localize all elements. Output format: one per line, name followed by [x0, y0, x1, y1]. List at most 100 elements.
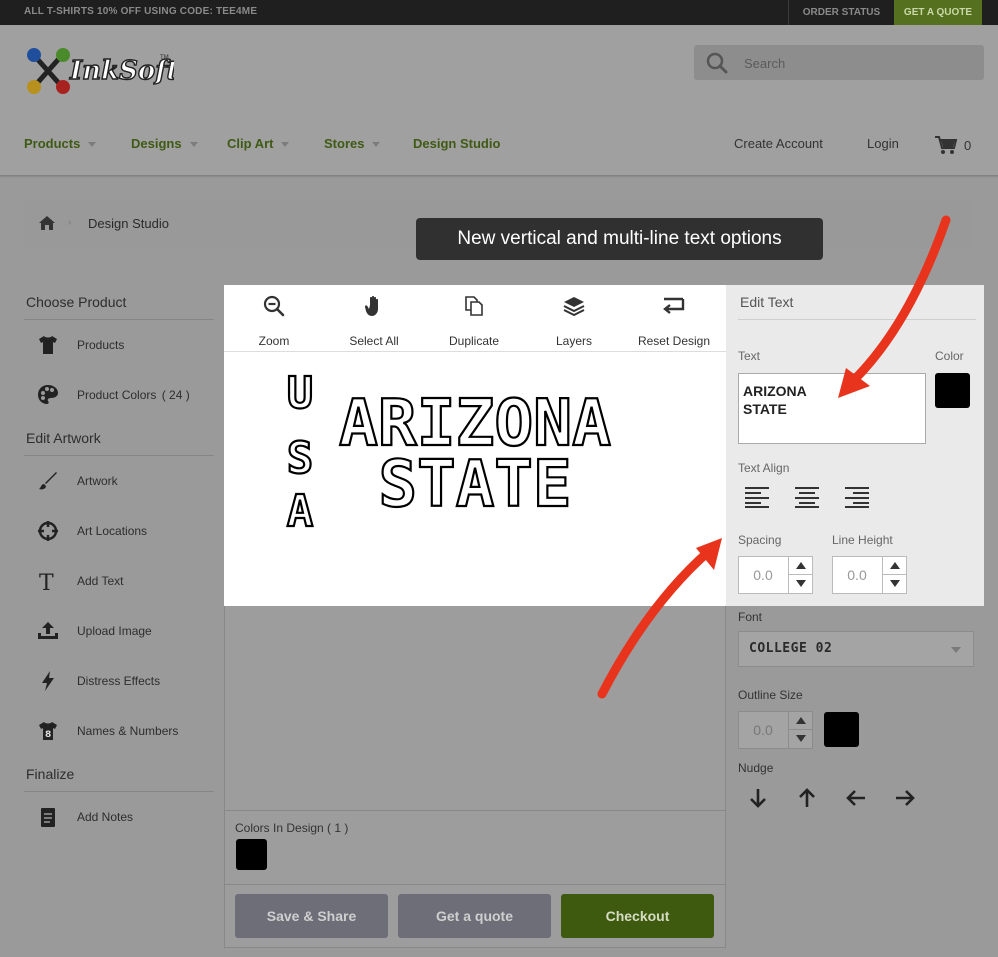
- align-center-icon[interactable]: [794, 486, 820, 513]
- order-status-link[interactable]: ORDER STATUS: [788, 0, 894, 25]
- outline-color-picker[interactable]: [824, 712, 859, 747]
- brush-icon: [36, 469, 60, 493]
- vertical-letter: A: [287, 486, 314, 537]
- get-quote-button[interactable]: Get a quote: [398, 894, 551, 938]
- sidebar-item-artwork[interactable]: Artwork: [24, 461, 214, 501]
- save-share-button[interactable]: Save & Share: [235, 894, 388, 938]
- colors-in-design-label: Colors In Design ( 1 ): [235, 821, 349, 835]
- chevron-down-icon: [281, 142, 290, 148]
- duplicate-icon: [463, 295, 485, 322]
- align-right-icon[interactable]: [844, 486, 870, 513]
- zoom-icon: [263, 295, 285, 322]
- login-link[interactable]: Login: [867, 136, 899, 151]
- sidebar-item-add-text[interactable]: T Add Text: [24, 561, 214, 601]
- nav-stores[interactable]: Stores: [324, 136, 381, 151]
- decrement-button[interactable]: [882, 575, 906, 593]
- nudge-label: Nudge: [738, 761, 774, 775]
- cart-icon[interactable]: [934, 135, 958, 160]
- arrow-down-icon: [890, 580, 900, 587]
- search-input[interactable]: [744, 53, 964, 73]
- select-all-tool[interactable]: Select All: [324, 285, 424, 352]
- line-height-label: Line Height: [832, 533, 893, 547]
- search-box[interactable]: [694, 45, 984, 80]
- section-finalize: Finalize: [26, 766, 75, 782]
- vertical-letter: U: [287, 368, 314, 419]
- line-height-value: 0.0: [847, 567, 867, 583]
- decrement-button[interactable]: [788, 730, 812, 748]
- sidebar-item-label: Names & Numbers: [77, 724, 179, 738]
- design-toolbar: Zoom Select All Duplicate Layers Reset D…: [224, 285, 726, 352]
- sidebar-item-products[interactable]: Products: [24, 325, 214, 365]
- increment-button[interactable]: [882, 557, 906, 575]
- decrement-button[interactable]: [788, 575, 812, 593]
- nudge-up-icon[interactable]: [797, 787, 817, 814]
- tool-label: Select All: [349, 334, 399, 348]
- product-colors-label: Product Colors: [77, 388, 157, 402]
- edit-text-title: Edit Text: [740, 294, 794, 310]
- sidebar-item-label: Upload Image: [77, 624, 152, 638]
- divider: [24, 791, 214, 792]
- jersey-number-icon: 8: [36, 719, 60, 743]
- text-input-line: ARIZONA: [743, 383, 807, 399]
- increment-button[interactable]: [788, 712, 812, 730]
- inksoft-logo[interactable]: InkSoft TM: [24, 43, 179, 98]
- duplicate-tool[interactable]: Duplicate: [424, 285, 524, 352]
- align-left-icon[interactable]: [744, 486, 770, 513]
- nav-clip-art[interactable]: Clip Art: [227, 136, 290, 151]
- sidebar-item-label: Artwork: [77, 474, 118, 488]
- nav-label: Products: [24, 136, 81, 151]
- spacing-value: 0.0: [753, 567, 773, 583]
- nav-label: Designs: [131, 136, 182, 151]
- nudge-down-icon[interactable]: [748, 787, 768, 814]
- divider: [738, 319, 976, 320]
- text-label: Text: [738, 349, 761, 363]
- sidebar-item-product-colors[interactable]: Product Colors ( 24 ): [24, 375, 214, 415]
- sidebar-item-label: Products: [77, 338, 125, 352]
- nudge-right-icon[interactable]: [894, 788, 916, 813]
- sidebar-item-label: Add Notes: [77, 810, 134, 824]
- lightning-icon: [36, 669, 60, 693]
- palette-icon: [36, 383, 60, 407]
- sidebar-item-add-notes[interactable]: Add Notes: [24, 797, 214, 837]
- arrow-down-icon: [796, 580, 806, 587]
- sidebar-item-label: Distress Effects: [77, 674, 161, 688]
- outline-size-stepper[interactable]: 0.0: [738, 711, 813, 749]
- sidebar-item-label: Add Text: [77, 574, 124, 588]
- sidebar-item-names-numbers[interactable]: 8 Names & Numbers: [24, 711, 214, 751]
- nav-designs[interactable]: Designs: [131, 136, 198, 151]
- text-color-picker[interactable]: [935, 373, 970, 408]
- nav-products[interactable]: Products: [24, 136, 97, 151]
- checkout-button[interactable]: Checkout: [561, 894, 714, 938]
- svg-text:T: T: [39, 571, 54, 593]
- text-input[interactable]: ARIZONA STATE: [738, 373, 926, 444]
- chevron-down-icon: [88, 142, 97, 148]
- header-divider: [0, 175, 998, 178]
- reset-design-tool[interactable]: Reset Design: [624, 285, 724, 352]
- divider: [24, 455, 214, 456]
- increment-button[interactable]: [788, 557, 812, 575]
- get-quote-link[interactable]: GET A QUOTE: [894, 0, 982, 25]
- line-height-stepper[interactable]: 0.0: [832, 556, 907, 594]
- create-account-link[interactable]: Create Account: [734, 136, 823, 151]
- promo-text: ALL T-SHIRTS 10% OFF USING CODE: TEE4ME: [24, 6, 258, 17]
- font-select[interactable]: COLLEGE 02: [738, 631, 974, 667]
- reset-icon: [662, 295, 686, 320]
- chevron-down-icon: [189, 142, 198, 148]
- section-choose-product: Choose Product: [26, 294, 127, 310]
- design-color-swatch[interactable]: [236, 839, 267, 870]
- nudge-left-icon[interactable]: [845, 788, 867, 813]
- design-canvas[interactable]: U S A ARIZONA STATE: [224, 352, 726, 606]
- tshirt-icon: [36, 333, 60, 357]
- home-icon[interactable]: [38, 215, 56, 236]
- spacing-stepper[interactable]: 0.0: [738, 556, 813, 594]
- nav-design-studio[interactable]: Design Studio: [413, 136, 500, 151]
- layers-tool[interactable]: Layers: [524, 285, 624, 352]
- sidebar-item-label: Art Locations: [77, 524, 148, 538]
- sidebar-item-label: Product Colors ( 24 ): [77, 388, 190, 402]
- colors-in-design: Colors In Design ( 1 ): [225, 810, 725, 884]
- chevron-down-icon: [951, 647, 961, 653]
- zoom-tool[interactable]: Zoom: [224, 285, 324, 352]
- sidebar-item-art-locations[interactable]: Art Locations: [24, 511, 214, 551]
- sidebar-item-distress-effects[interactable]: Distress Effects: [24, 661, 214, 701]
- sidebar-item-upload-image[interactable]: Upload Image: [24, 611, 214, 651]
